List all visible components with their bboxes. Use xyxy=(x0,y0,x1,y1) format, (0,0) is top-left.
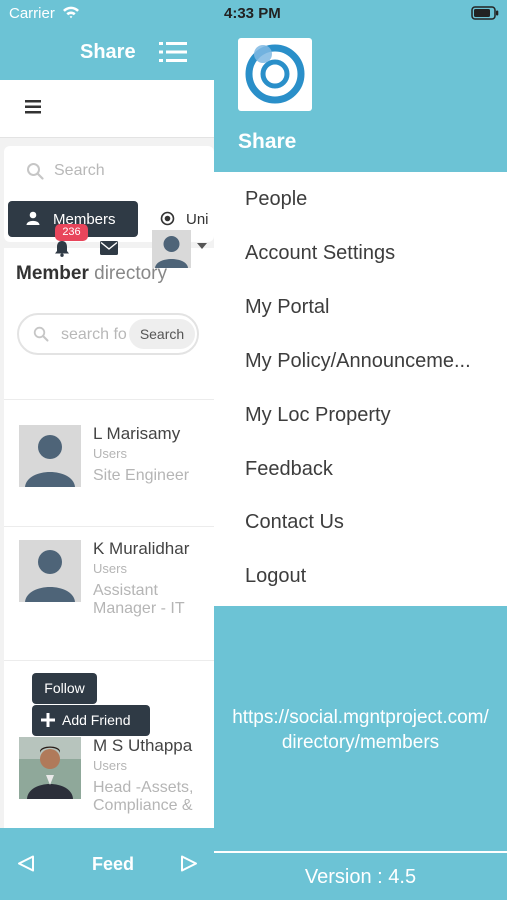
plus-icon xyxy=(41,713,55,727)
wifi-icon xyxy=(63,6,79,19)
menu-item-my-policy[interactable]: My Policy/Announceme... xyxy=(245,350,471,373)
divider xyxy=(4,660,214,661)
chevron-down-icon[interactable] xyxy=(197,243,207,249)
menu-item-my-loc-property[interactable]: My Loc Property xyxy=(245,404,391,427)
follow-button[interactable]: Follow xyxy=(32,673,97,704)
status-bar: Carrier 4:33 PM xyxy=(0,0,507,28)
directory-search-input[interactable]: search fo xyxy=(61,326,127,344)
member-name[interactable]: M S Uthappa xyxy=(93,736,192,756)
member-name[interactable]: L Marisamy xyxy=(93,424,180,444)
version-label: Version : 4.5 xyxy=(304,866,417,888)
menu-item-people[interactable]: People xyxy=(245,188,307,211)
member-role: Users xyxy=(93,561,127,576)
directory-title: Member directory xyxy=(16,263,167,284)
search-icon xyxy=(27,163,44,180)
member-name[interactable]: K Muralidhar xyxy=(93,539,189,559)
search-input[interactable]: Search xyxy=(54,162,105,180)
member-directory-screen: Share Search Members Uni 236 Member dire… xyxy=(0,0,214,900)
menu-item-feedback[interactable]: Feedback xyxy=(245,458,333,481)
person-silhouette-icon xyxy=(25,435,75,487)
person-photo-icon xyxy=(19,737,81,799)
member-title: Assistant Manager - IT xyxy=(93,582,185,617)
search-button[interactable]: Search xyxy=(129,319,195,349)
drawer-title: Share xyxy=(238,130,297,153)
menu-item-logout[interactable]: Logout xyxy=(245,565,306,588)
logo-icon xyxy=(245,44,305,104)
divider xyxy=(4,526,214,527)
radio-icon xyxy=(160,211,175,226)
user-icon xyxy=(26,211,40,225)
member-role: Users xyxy=(93,758,127,773)
drawer-menu xyxy=(214,172,507,606)
hamburger-menu-icon[interactable] xyxy=(25,100,41,114)
menu-item-contact-us[interactable]: Contact Us xyxy=(245,511,344,534)
divider xyxy=(4,399,214,400)
menu-item-my-portal[interactable]: My Portal xyxy=(245,296,329,319)
member-role: Users xyxy=(93,446,127,461)
member-avatar[interactable] xyxy=(19,425,81,487)
person-silhouette-icon xyxy=(25,550,75,602)
search-icon xyxy=(33,326,49,342)
member-photo[interactable] xyxy=(19,737,81,799)
list-icon[interactable] xyxy=(159,41,187,63)
footer-feed-label[interactable]: Feed xyxy=(92,854,134,875)
divider xyxy=(214,851,507,853)
member-title: Head -Assets, Compliance & xyxy=(93,779,194,814)
directory-url[interactable]: https://social.mgntproject.com/ director… xyxy=(214,705,507,755)
mail-icon[interactable] xyxy=(100,241,118,255)
tab-unit[interactable]: Uni xyxy=(186,211,209,228)
triangle-left-icon[interactable] xyxy=(17,855,35,872)
notification-badge: 236 xyxy=(55,224,88,241)
app-logo xyxy=(238,38,312,111)
battery-icon xyxy=(471,6,499,20)
triangle-right-icon[interactable] xyxy=(180,855,198,872)
bell-icon[interactable] xyxy=(54,240,70,257)
menu-item-account-settings[interactable]: Account Settings xyxy=(245,242,395,265)
member-avatar[interactable] xyxy=(19,540,81,602)
member-title: Site Engineer xyxy=(93,467,190,484)
directory-search-field[interactable]: search fo Search xyxy=(17,313,199,355)
clock: 4:33 PM xyxy=(224,5,281,22)
app-title: Share xyxy=(80,41,136,63)
carrier-label: Carrier xyxy=(9,5,55,22)
